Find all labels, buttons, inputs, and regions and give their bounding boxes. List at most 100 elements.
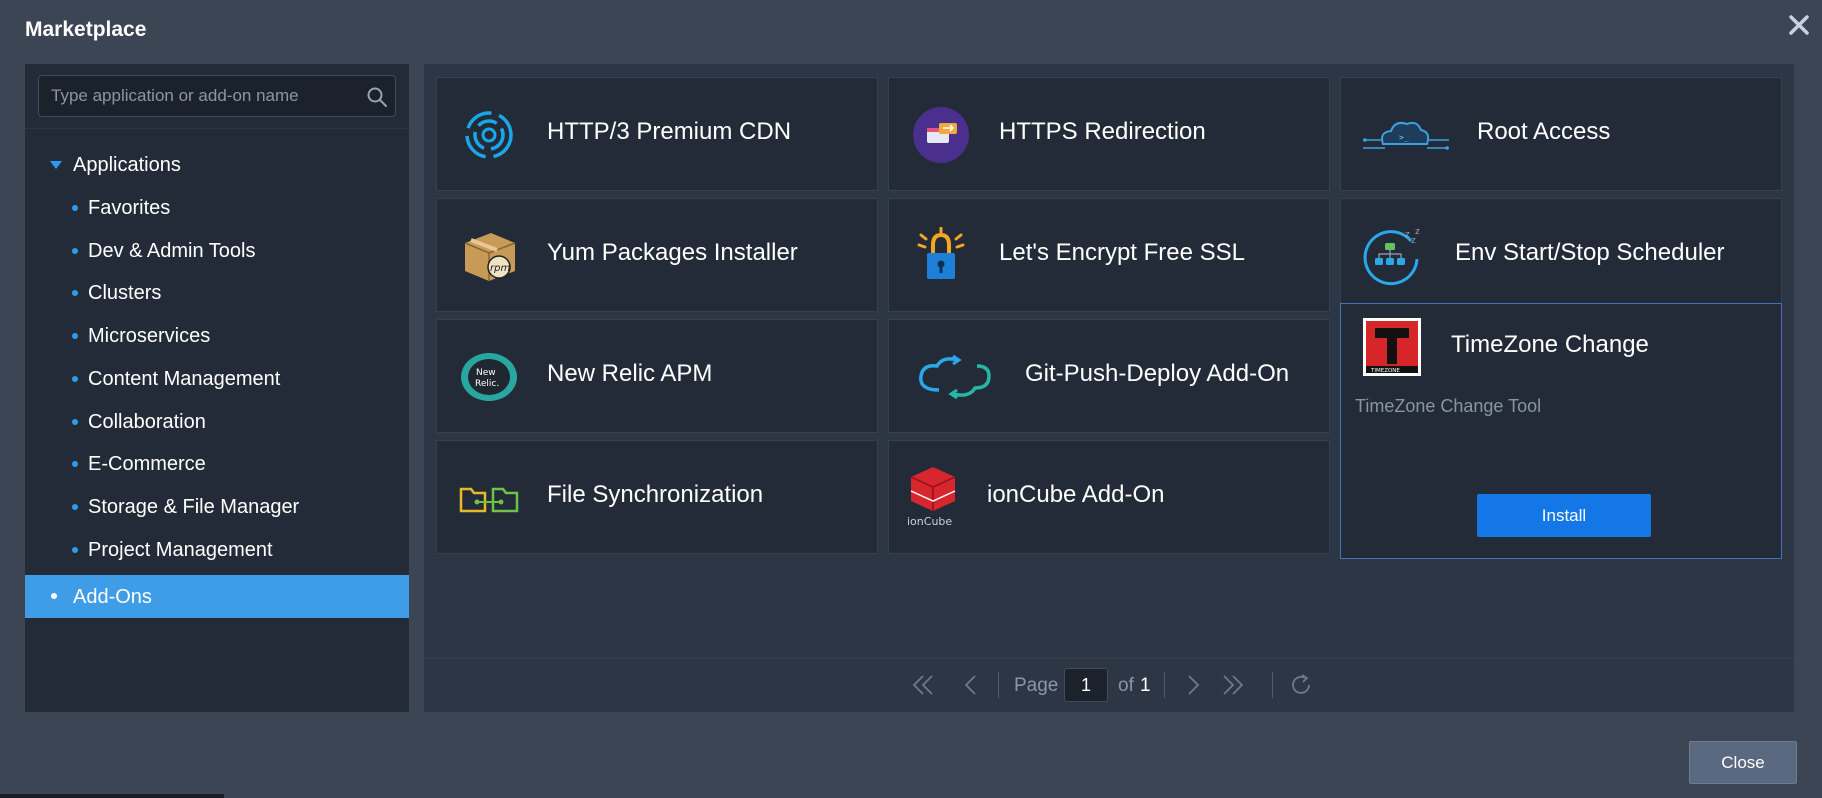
addon-tile-ioncube[interactable]: ionCube ionCube Add-On (888, 440, 1330, 554)
addon-title: File Synchronization (547, 481, 764, 508)
addon-description: TimeZone Change Tool (1355, 396, 1542, 416)
sidebar-item-label: Content Management (88, 368, 281, 390)
sidebar-item-project-management[interactable]: Project Management (25, 530, 409, 570)
search-icon[interactable] (365, 85, 389, 109)
bullet (51, 593, 57, 599)
previous-page-icon[interactable] (958, 672, 984, 698)
first-page-icon[interactable] (910, 672, 936, 698)
caret-down-icon[interactable] (50, 160, 62, 170)
sidebar-item-label: E-Commerce (88, 453, 206, 475)
cdn-swirl-icon (465, 111, 513, 159)
pager-separator (998, 672, 999, 698)
addon-tile-http3-cdn[interactable]: HTTP/3 Premium CDN (436, 77, 878, 191)
search-input[interactable] (39, 76, 359, 116)
svg-text:>_: >_ (1399, 133, 1409, 142)
search-box (38, 75, 396, 117)
addon-title: ionCube Add-On (987, 481, 1165, 508)
bullet (72, 504, 78, 510)
new-relic-icon: New Relic. (461, 353, 517, 401)
svg-text:ionCube: ionCube (907, 515, 952, 528)
bullet (72, 333, 78, 339)
sidebar-item-label: Microservices (88, 325, 211, 347)
addon-grid: HTTP/3 Premium CDN HTTPS Redirection >_ … (424, 64, 1794, 712)
sidebar-item-label: Dev & Admin Tools (88, 240, 256, 262)
bullet (72, 461, 78, 467)
sidebar-item-label: Applications (73, 154, 181, 176)
addon-title: TimeZone Change (1451, 331, 1649, 358)
bullet (72, 205, 78, 211)
sidebar-item-collaboration[interactable]: Collaboration (25, 402, 409, 442)
last-page-icon[interactable] (1220, 672, 1246, 698)
pager-separator (1272, 672, 1273, 698)
root-access-cloud-icon: >_ (1363, 121, 1449, 150)
sidebar-divider (25, 128, 409, 129)
total-pages: 1 (1140, 675, 1151, 696)
sidebar-item-add-ons[interactable]: Add-Ons (25, 575, 409, 618)
refresh-icon[interactable] (1288, 672, 1314, 698)
https-redirect-icon (913, 107, 969, 163)
sidebar-item-applications[interactable]: Applications (25, 145, 409, 185)
sidebar-item-dev-admin-tools[interactable]: Dev & Admin Tools (25, 231, 409, 271)
addon-tile-env-scheduler[interactable]: z z z Env Start/Stop Scheduler (1340, 198, 1782, 312)
addon-tile-yum-packages[interactable]: rpm Yum Packages Installer (436, 198, 878, 312)
close-icon[interactable] (1784, 10, 1814, 40)
addon-tile-file-sync[interactable]: File Synchronization (436, 440, 878, 554)
dialog-title: Marketplace (25, 18, 147, 41)
sidebar-item-label: Storage & File Manager (88, 496, 300, 518)
ssl-lock-icon (917, 227, 965, 279)
svg-text:Relic.: Relic. (475, 379, 499, 389)
bullet (72, 248, 78, 254)
of-label: of (1118, 675, 1134, 696)
addon-tile-https-redirection[interactable]: HTTPS Redirection (888, 77, 1330, 191)
svg-text:rpm: rpm (490, 263, 510, 274)
sidebar-item-label: Clusters (88, 282, 162, 304)
bullet (72, 419, 78, 425)
dialog-header: Marketplace (0, 0, 1822, 60)
sidebar-item-storage-file-manager[interactable]: Storage & File Manager (25, 487, 409, 527)
pager: Page of 1 (424, 659, 1794, 712)
sidebar-item-favorites[interactable]: Favorites (25, 188, 409, 228)
svg-text:z: z (1405, 230, 1410, 240)
sidebar-item-label: Project Management (88, 539, 273, 561)
scheduler-icon: z z z (1363, 227, 1420, 286)
svg-text:TIMEZONE: TIMEZONE (1370, 368, 1400, 374)
sidebar-item-microservices[interactable]: Microservices (25, 316, 409, 356)
bullet (72, 290, 78, 296)
install-button[interactable]: Install (1477, 494, 1651, 537)
bullet (72, 547, 78, 553)
addon-title: Git-Push-Deploy Add-On (1025, 360, 1290, 387)
sidebar-item-e-commerce[interactable]: E-Commerce (25, 444, 409, 484)
svg-text:z: z (1411, 236, 1416, 246)
ioncube-icon: ionCube (907, 467, 956, 528)
sidebar-item-label: Add-Ons (73, 586, 152, 608)
addon-title: New Relic APM (547, 360, 713, 387)
pager-separator (1164, 672, 1165, 698)
bottom-strip (0, 794, 224, 798)
sidebar-item-content-management[interactable]: Content Management (25, 359, 409, 399)
timezone-logo-icon: TIMEZONE (1363, 318, 1421, 376)
bullet (72, 376, 78, 382)
rpm-box-icon: rpm (464, 233, 516, 281)
addon-tile-new-relic[interactable]: New Relic. New Relic APM (436, 319, 878, 433)
page-label: Page (1014, 675, 1059, 696)
sidebar-item-label: Favorites (88, 197, 171, 219)
addon-tile-git-push-deploy[interactable]: Git-Push-Deploy Add-On (888, 319, 1330, 433)
file-sync-icon (459, 487, 519, 513)
svg-text:New: New (476, 368, 496, 378)
addon-title: Env Start/Stop Scheduler (1455, 239, 1725, 266)
page-number-input[interactable] (1064, 668, 1108, 702)
next-page-icon[interactable] (1180, 672, 1206, 698)
git-deploy-cloud-icon (919, 354, 991, 400)
addon-title: Let's Encrypt Free SSL (999, 239, 1246, 266)
addon-title: Root Access (1477, 118, 1611, 145)
sidebar-item-clusters[interactable]: Clusters (25, 273, 409, 313)
addon-tile-root-access[interactable]: >_ Root Access (1340, 77, 1782, 191)
category-sidebar: Applications Favorites Dev & Admin Tools… (25, 64, 409, 712)
addon-tile-lets-encrypt[interactable]: Let's Encrypt Free SSL (888, 198, 1330, 312)
svg-text:z: z (1415, 227, 1420, 237)
close-button[interactable]: Close (1689, 741, 1797, 784)
addon-tile-timezone-change[interactable]: TIMEZONE TimeZone Change TimeZone Change… (1340, 303, 1782, 559)
addon-title: HTTPS Redirection (999, 118, 1206, 145)
addon-title: Yum Packages Installer (547, 239, 798, 266)
addon-title: HTTP/3 Premium CDN (547, 118, 792, 145)
